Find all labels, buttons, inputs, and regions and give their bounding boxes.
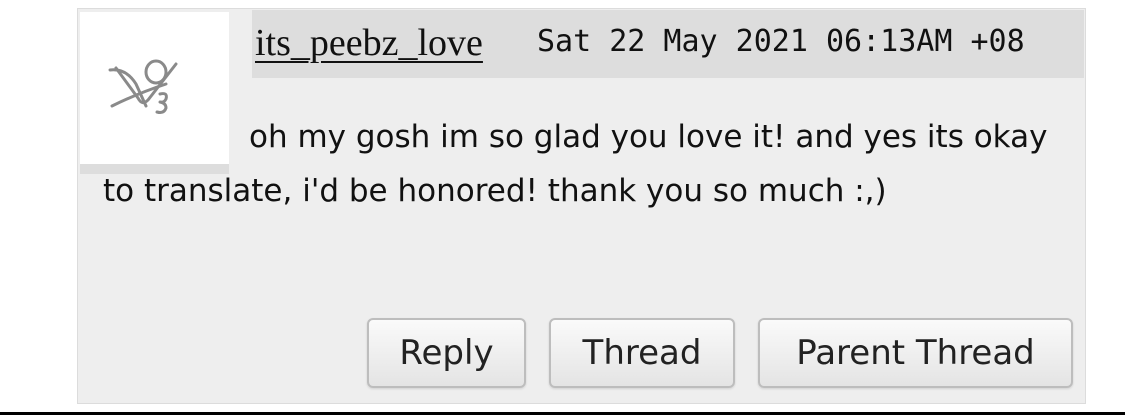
parent-thread-button[interactable]: Parent Thread [758, 318, 1073, 388]
thread-button[interactable]: Thread [549, 318, 735, 388]
comment-timestamp: Sat 22 May 2021 06:13AM +08 [537, 24, 1025, 59]
reply-button[interactable]: Reply [367, 318, 526, 388]
divider [0, 412, 1125, 415]
author-link[interactable]: its_peebz_love [255, 20, 483, 66]
comment-body: oh my gosh im so glad you love it! and y… [103, 119, 1048, 209]
